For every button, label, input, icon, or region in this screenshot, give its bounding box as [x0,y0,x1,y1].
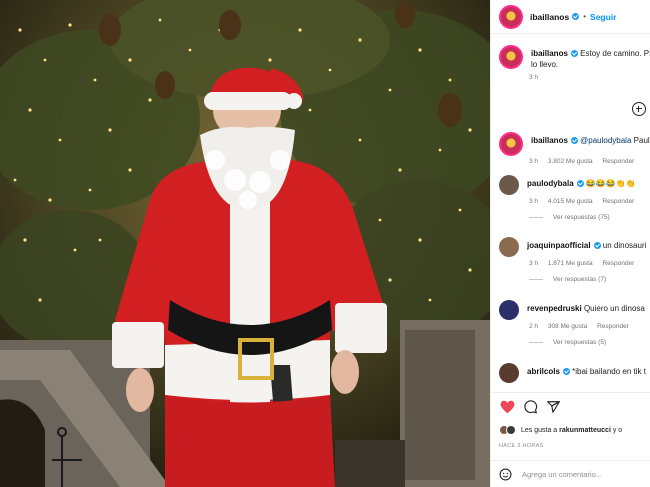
comment-likes[interactable]: 3.802 Me gusta [548,158,593,165]
comment-likes[interactable]: 308 Me gusta [548,323,587,330]
comment-item: joaquinpaofficial un dinosauri 3 h 1.871… [499,237,650,283]
emoji-icon[interactable] [499,468,512,481]
comment-text: Paulo [633,136,650,145]
caption-time: 3 h [529,74,539,81]
view-replies-button[interactable]: Ver respuestas (75) [529,214,650,221]
comment-item: abrilcols *ibai bailando en tik t [499,363,650,383]
comment-username[interactable]: joaquinpaofficial [527,241,591,250]
comment-icon[interactable] [523,400,538,414]
add-comment-input[interactable]: Agrega un comentario... [522,470,602,479]
verified-badge-icon [570,137,578,145]
comment-time: 3 h [529,260,539,267]
comment-time: 3 h [529,198,539,205]
comment-time: 2 h [529,323,539,330]
verified-badge-icon [570,50,578,58]
comment-time: 3 h [529,158,539,165]
caption-avatar[interactable] [499,45,523,69]
view-replies-button[interactable]: Ver respuestas (7) [529,276,650,283]
post-header: ibaillanos • Seguir [491,0,650,34]
comment-item: paulodybala 😂😂😂👏👏 3 h 4.015 Me gusta Res… [499,175,650,221]
reply-button[interactable]: Responder [602,260,634,267]
comments-panel: ibaillanos • Seguir ibaillanos Estoy de … [490,0,650,487]
comment-username[interactable]: revenpedruski [527,304,582,313]
view-replies-label: Ver respuestas (75) [553,214,610,221]
comment-avatar[interactable] [499,363,519,383]
view-replies-label: Ver respuestas (5) [553,339,607,346]
comment-username[interactable]: ibaillanos [531,136,568,145]
comment-avatar[interactable] [499,175,519,195]
liked-by-prefix: Les gusta a [521,426,558,434]
liked-by-suffix: y o [612,426,623,434]
santa-photo [0,0,490,487]
liked-by-user[interactable]: rakunmatteucci [559,427,611,434]
heart-icon[interactable] [500,400,515,414]
comment-item: ibaillanos @paulodybala Paulo 3 h 3.802 … [499,132,650,165]
reply-button[interactable]: Responder [602,158,634,165]
add-comment-bar[interactable]: Agrega un comentario... [491,460,650,487]
comment-avatar[interactable] [499,300,519,320]
comment-avatar[interactable] [499,237,519,257]
comment-text: *ibai bailando en tik t [572,367,646,376]
liked-by-avatars [499,425,517,435]
post-photo[interactable] [0,0,490,487]
comment-mention[interactable]: @paulodybala [580,136,631,145]
post-timestamp: HACE 3 HORAS [499,443,544,449]
post-caption: ibaillanos Estoy de camino. Pí lo llevo.… [499,45,650,81]
caption-username[interactable]: ibaillanos [531,49,568,58]
verified-badge-icon [562,368,570,376]
author-avatar[interactable] [499,4,523,29]
comment-likes[interactable]: 4.015 Me gusta [548,198,593,205]
separator-dot: • [583,12,587,21]
comment-text: un dinosauri [602,241,647,250]
liked-by[interactable]: Les gusta a rakunmatteucci y o [499,425,622,435]
verified-badge-icon [572,13,580,20]
reply-button[interactable]: Responder [602,198,634,205]
caption-text-line2: lo llevo. [531,60,559,69]
comment-text: Quiero un dinosa [583,304,645,313]
comment-item: revenpedruski Quiero un dinosa 2 h 308 M… [499,300,650,346]
replies-divider [529,342,543,343]
verified-badge-icon [576,180,584,188]
replies-divider [529,279,543,280]
view-replies-label: Ver respuestas (7) [553,276,607,283]
comment-likes[interactable]: 1.871 Me gusta [548,260,593,267]
verified-badge-icon [593,242,601,250]
comment-avatar[interactable] [499,132,523,156]
add-icon[interactable] [632,102,646,116]
comment-text: 😂😂😂👏👏 [585,179,636,188]
view-replies-button[interactable]: Ver respuestas (5) [529,339,650,346]
author-username[interactable]: ibaillanos [530,12,569,22]
replies-divider [529,217,543,218]
follow-button[interactable]: Seguir [590,12,616,22]
share-icon[interactable] [546,400,561,414]
reply-button[interactable]: Responder [597,323,629,330]
comment-username[interactable]: paulodybala [527,179,574,188]
caption-text: Estoy de camino. Pí [580,49,650,58]
comment-username[interactable]: abrilcols [527,367,560,376]
